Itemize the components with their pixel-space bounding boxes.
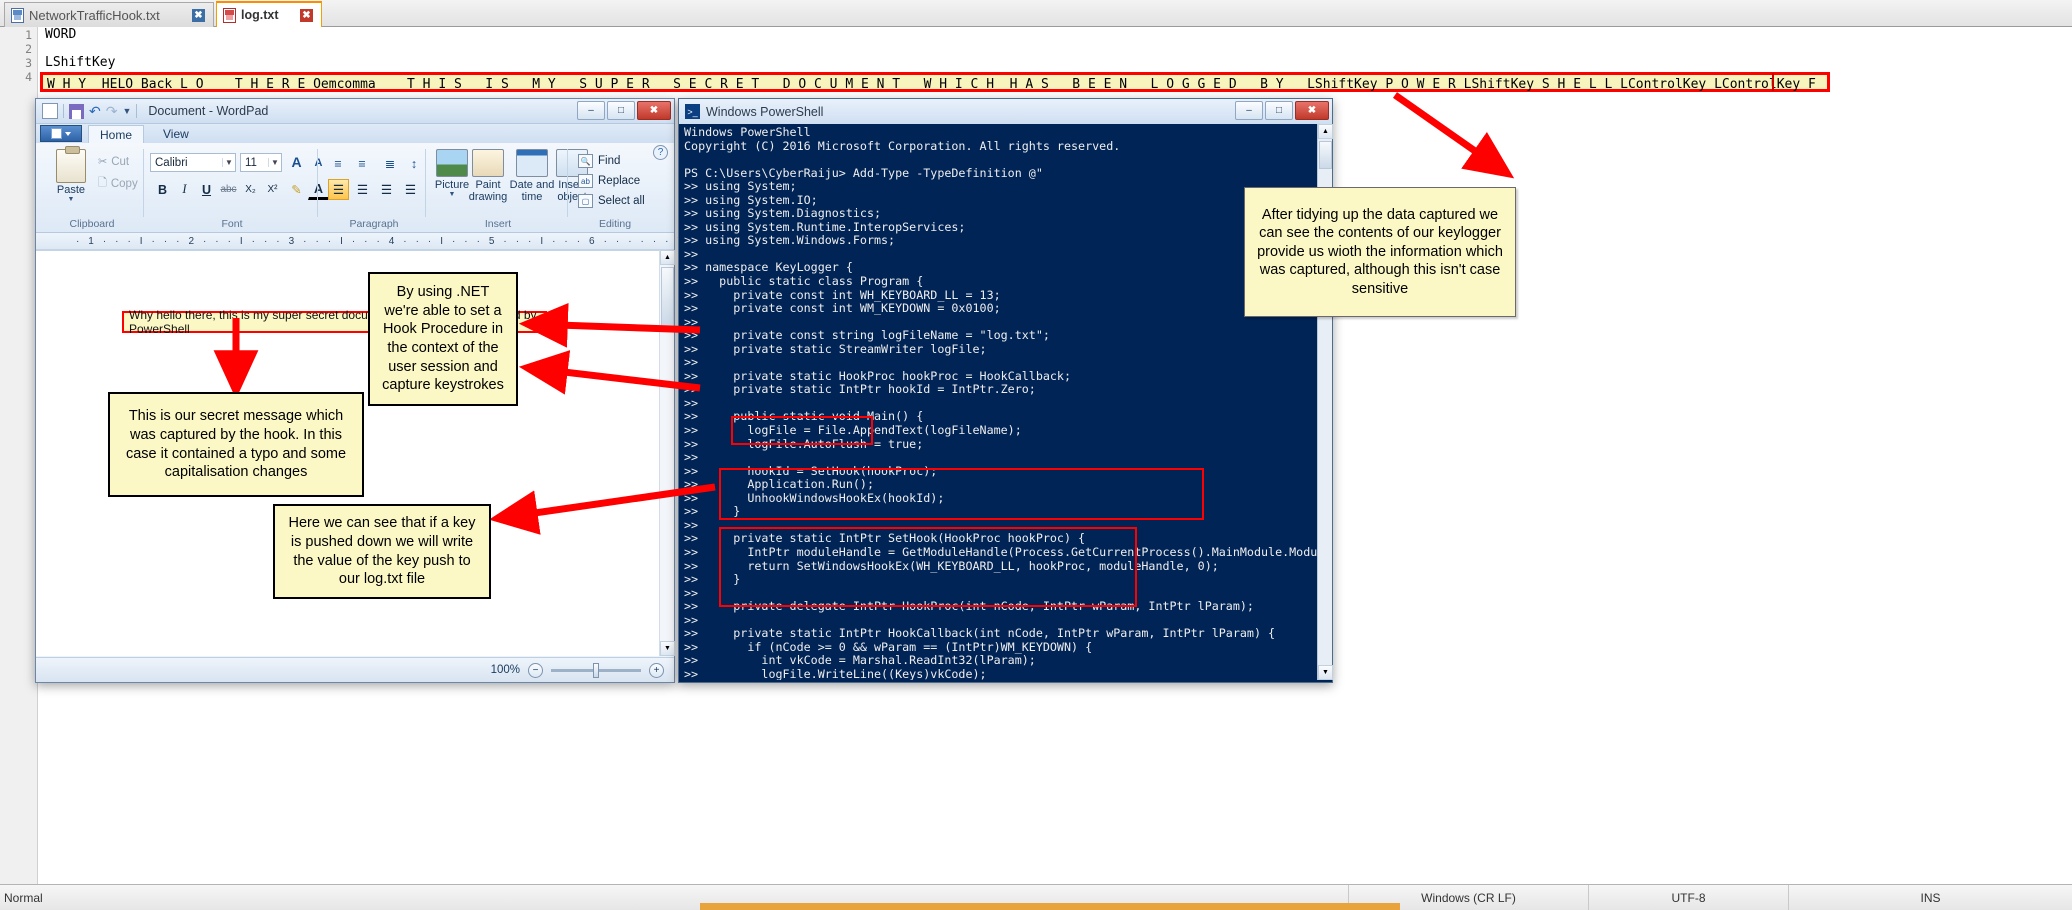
- arrow-note-to-hookcallback: [488, 483, 716, 535]
- screenshot-root: NetworkTrafficHook.txt ✖ log.txt ✖ 1 2 3…: [0, 0, 2072, 910]
- note-key-pushed: Here we can see that if a key is pushed …: [273, 504, 491, 599]
- status-insert-mode[interactable]: INS: [1788, 884, 2072, 910]
- arrow-log-to-tidied-note: [1392, 92, 1515, 179]
- status-encoding[interactable]: UTF-8: [1588, 884, 1788, 910]
- note-text: By using .NET we're able to set a Hook P…: [382, 284, 504, 394]
- note-text: Here we can see that if a key is pushed …: [288, 515, 476, 588]
- note-text: After tidying up the data captured we ca…: [1257, 206, 1503, 297]
- taskbar-strip: [700, 903, 1400, 910]
- note-secret-message: This is our secret message which was cap…: [108, 392, 364, 497]
- note-tidied-data: After tidying up the data captured we ca…: [1244, 187, 1516, 317]
- note-text: This is our secret message which was cap…: [125, 408, 347, 481]
- arrow-note-to-sethook-method: [518, 350, 701, 395]
- arrow-note-to-sethook-call: [518, 302, 701, 348]
- note-hook-procedure: By using .NET we're able to set a Hook P…: [368, 272, 518, 406]
